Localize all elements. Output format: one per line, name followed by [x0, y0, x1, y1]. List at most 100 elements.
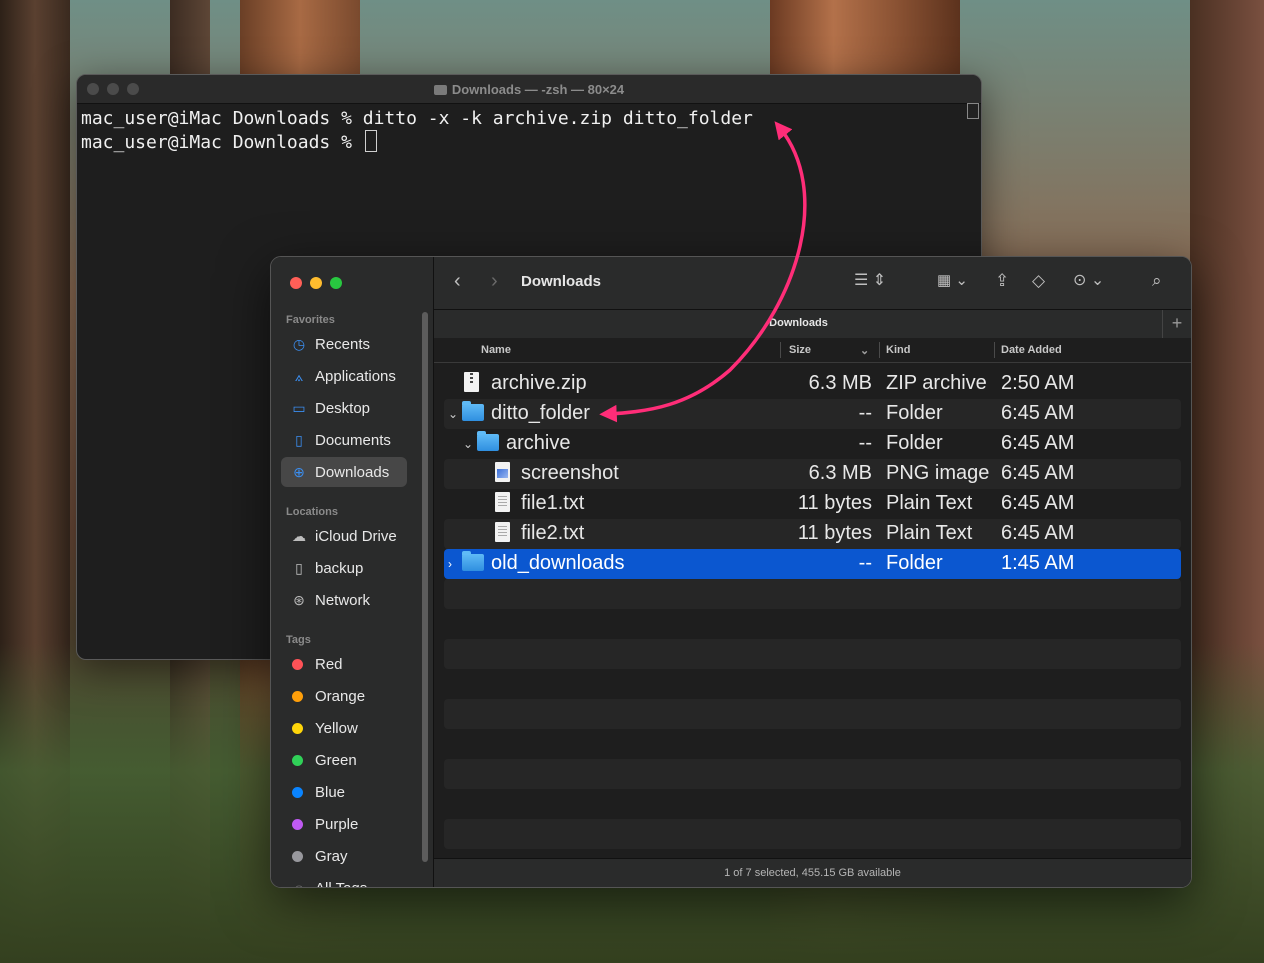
file-row-file2[interactable]: file2.txt 11 bytes Plain Text 6:45 AM [444, 519, 1181, 549]
sidebar-item-backup[interactable]: ▯ backup [281, 553, 407, 583]
forward-button[interactable]: › [491, 271, 498, 291]
sidebar-item-network[interactable]: ⊛ Network [281, 585, 407, 615]
disclosure-open-icon[interactable]: ⌄ [448, 407, 458, 421]
file-row-ditto-folder[interactable]: ⌄ ditto_folder -- Folder 6:45 AM [444, 399, 1181, 429]
sidebar-scrollbar[interactable] [422, 312, 428, 862]
sidebar-item-downloads[interactable]: ⊕ Downloads [281, 457, 407, 487]
disk-icon: ▯ [295, 559, 303, 576]
zoom-button[interactable] [330, 277, 342, 289]
file-date: 6:45 AM [1001, 402, 1075, 424]
status-bar: 1 of 7 selected, 455.15 GB available [434, 858, 1191, 887]
file-size: -- [858, 432, 872, 454]
sidebar-item-icloud-drive[interactable]: ☁ iCloud Drive [281, 521, 407, 551]
file-row-archive[interactable]: ⌄ archive -- Folder 6:45 AM [444, 429, 1181, 459]
sidebar-section-tags: Tags [286, 634, 311, 646]
tab-downloads[interactable]: Downloads [434, 317, 1163, 329]
folder-icon [462, 551, 484, 571]
column-header: Name Size ⌄ Kind Date Added [434, 338, 1191, 363]
tag-icon[interactable]: ◇ [1032, 271, 1045, 291]
column-kind[interactable]: Kind [886, 344, 910, 356]
column-name[interactable]: Name [481, 344, 511, 356]
empty-row [444, 819, 1181, 849]
window-title: Downloads [521, 273, 602, 290]
column-separator[interactable] [994, 342, 995, 358]
sort-chevron-icon[interactable]: ⌄ [860, 344, 869, 357]
tag-dot-icon [292, 722, 303, 734]
column-separator[interactable] [879, 342, 880, 358]
download-icon: ⊕ [293, 463, 305, 480]
file-name: file2.txt [521, 522, 585, 544]
file-size: 11 bytes [797, 522, 872, 544]
file-kind: Folder [886, 552, 943, 574]
disclosure-closed-icon[interactable]: › [448, 557, 452, 571]
column-separator[interactable] [780, 342, 781, 358]
sidebar-tag-orange[interactable]: Orange [281, 681, 407, 711]
zip-file-icon [464, 372, 479, 392]
document-icon: ▯ [295, 431, 303, 448]
file-date: 6:45 AM [1001, 492, 1075, 514]
sidebar-tag-gray[interactable]: Gray [281, 841, 407, 871]
file-row-screenshot[interactable]: screenshot 6.3 MB PNG image 6:45 AM [444, 459, 1181, 489]
more-actions-icon[interactable]: ⊙ ⌄ [1073, 271, 1104, 291]
finder-toolbar: ‹ › Downloads ☰ ⇕ ▦ ⌄ ⇪ ◇ ⊙ ⌄ ⌕ [434, 257, 1191, 309]
sidebar-item-recents[interactable]: ◷ Recents [281, 329, 407, 359]
tags-icon: ◌ [294, 880, 304, 888]
terminal-content[interactable]: mac_user@iMac Downloads % ditto -x -k ar… [77, 104, 981, 157]
file-date: 6:45 AM [1001, 432, 1075, 454]
file-name: old_downloads [491, 552, 625, 574]
window-controls [290, 277, 342, 289]
sidebar-item-applications[interactable]: ⟑ Applications [281, 361, 407, 391]
share-icon[interactable]: ⇪ [995, 271, 1009, 291]
folder-icon [477, 431, 499, 451]
finder-main: ‹ › Downloads ☰ ⇕ ▦ ⌄ ⇪ ◇ ⊙ ⌄ ⌕ Download… [434, 257, 1191, 887]
sidebar-item-all-tags[interactable]: ◌ All Tags... [281, 873, 407, 888]
sidebar-tag-blue[interactable]: Blue [281, 777, 407, 807]
file-row-file1[interactable]: file1.txt 11 bytes Plain Text 6:45 AM [444, 489, 1181, 519]
column-date-added[interactable]: Date Added [1001, 344, 1062, 356]
new-tab-button[interactable]: + [1162, 310, 1191, 338]
terminal-prompt-line: mac_user@iMac Downloads % [81, 130, 977, 154]
text-file-icon [495, 522, 510, 542]
close-button[interactable] [290, 277, 302, 289]
list-view-icon[interactable]: ☰ ⇕ [854, 271, 886, 291]
column-size[interactable]: Size [789, 344, 811, 356]
sidebar-tag-green[interactable]: Green [281, 745, 407, 775]
search-icon[interactable]: ⌕ [1152, 271, 1162, 291]
file-name: archive [506, 432, 571, 454]
file-kind: PNG image [886, 462, 990, 484]
file-date: 2:50 AM [1001, 372, 1075, 394]
file-size: -- [858, 402, 872, 424]
file-kind: Folder [886, 432, 943, 454]
tag-dot-icon [292, 754, 303, 766]
sidebar-tag-yellow[interactable]: Yellow [281, 713, 407, 743]
group-by-icon[interactable]: ▦ ⌄ [937, 271, 968, 291]
terminal-scroll-marker[interactable] [967, 103, 979, 119]
file-row-old-downloads[interactable]: › old_downloads -- Folder 1:45 AM [444, 549, 1181, 579]
file-name: archive.zip [491, 372, 587, 394]
tag-dot-icon [292, 690, 303, 702]
tag-dot-icon [292, 818, 303, 830]
back-button[interactable]: ‹ [454, 271, 461, 291]
file-name: ditto_folder [491, 402, 590, 424]
disclosure-open-icon[interactable]: ⌄ [463, 437, 473, 451]
tag-dot-icon [292, 786, 303, 798]
terminal-line: mac_user@iMac Downloads % ditto -x -k ar… [81, 108, 753, 129]
sidebar-tag-red[interactable]: Red [281, 649, 407, 679]
globe-icon: ⊛ [293, 591, 305, 608]
empty-row [444, 579, 1181, 609]
sidebar-item-desktop[interactable]: ▭ Desktop [281, 393, 407, 423]
file-kind: ZIP archive [886, 372, 987, 394]
sidebar-item-documents[interactable]: ▯ Documents [281, 425, 407, 455]
sidebar-section-locations: Locations [286, 506, 338, 518]
file-date: 1:45 AM [1001, 552, 1075, 574]
text-cursor [364, 130, 377, 152]
file-name: screenshot [521, 462, 619, 484]
finder-window[interactable]: Favorites ◷ Recents ⟑ Applications ▭ Deskto… [270, 256, 1192, 888]
terminal-titlebar[interactable]: Downloads — -zsh — 80×24 [77, 75, 981, 104]
cloud-icon: ☁ [292, 527, 306, 544]
sidebar-tag-purple[interactable]: Purple [281, 809, 407, 839]
minimize-button[interactable] [310, 277, 322, 289]
file-row-archive-zip[interactable]: archive.zip 6.3 MB ZIP archive 2:50 AM [444, 369, 1181, 399]
file-date: 6:45 AM [1001, 522, 1075, 544]
folder-icon [462, 401, 484, 421]
